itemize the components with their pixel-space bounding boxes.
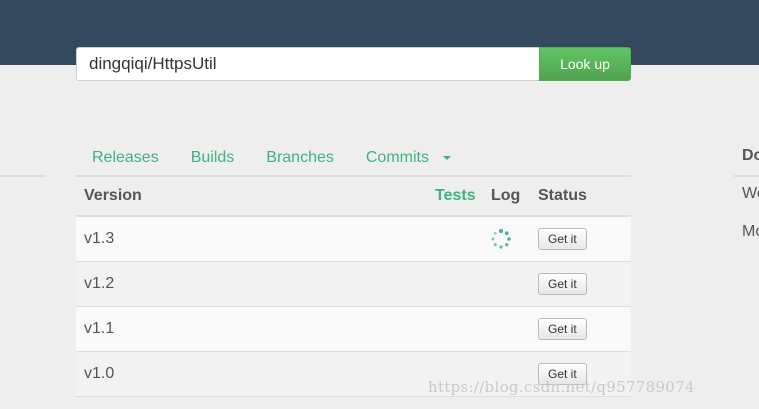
get-it-button[interactable]: Get it	[538, 318, 587, 340]
header-tests[interactable]: Tests	[435, 187, 476, 205]
version-cell: v1.2	[84, 275, 115, 292]
search-bar: Look up	[76, 47, 631, 81]
tab-builds[interactable]: Builds	[175, 149, 251, 167]
tab-bar: Releases Builds Branches Commits	[76, 140, 631, 176]
watermark: https://blog.csdn.net/q957789074	[428, 378, 695, 396]
header-status: Status	[538, 187, 587, 204]
get-it-button[interactable]: Get it	[538, 228, 587, 250]
table-row: v1.1 Get it	[76, 307, 631, 352]
right-panel-item[interactable]: We	[742, 185, 759, 203]
loading-spinner-icon	[491, 229, 511, 249]
tab-label: Builds	[190, 149, 235, 166]
right-panel-item[interactable]: Mo	[742, 223, 759, 241]
header-version: Version	[84, 187, 142, 204]
tab-label: Commits	[365, 149, 429, 166]
tab-releases[interactable]: Releases	[76, 149, 175, 167]
tab-branches[interactable]: Branches	[250, 149, 350, 167]
right-panel-title: Do	[742, 147, 759, 164]
caret-down-icon[interactable]	[442, 156, 451, 160]
table-header: Version Tests Log Status	[76, 177, 631, 217]
tab-commits[interactable]: Commits	[350, 149, 467, 167]
version-cell: v1.1	[84, 320, 115, 337]
repo-search-input[interactable]	[76, 47, 539, 81]
get-it-button[interactable]: Get it	[538, 273, 587, 295]
version-cell: v1.0	[84, 365, 115, 382]
header-log: Log	[491, 187, 521, 204]
left-divider	[0, 175, 46, 177]
table-row: v1.2 Get it	[76, 262, 631, 307]
look-up-button[interactable]: Look up	[539, 47, 631, 81]
version-cell: v1.3	[84, 230, 115, 247]
table-body: v1.3 Get it v1.2 Get it v1.1 Get it v1.0…	[76, 217, 631, 397]
table-row: v1.3 Get it	[76, 217, 631, 262]
right-panel: Do We Mo	[742, 147, 759, 241]
tab-label: Branches	[266, 149, 334, 166]
tab-label: Releases	[92, 149, 159, 166]
releases-table: Version Tests Log Status v1.3 Get it v1.…	[76, 175, 631, 397]
